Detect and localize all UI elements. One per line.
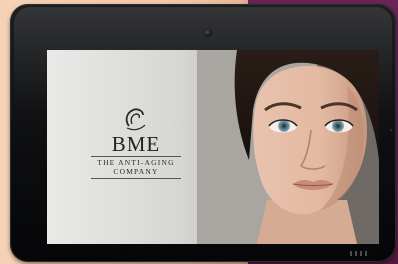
tablet-screen: BME THE ANTI-AGING COMPANY — [47, 50, 379, 244]
brand-name: BME — [111, 132, 161, 156]
brand-logo: BME THE ANTI-AGING COMPANY — [89, 106, 183, 180]
woman-face-photo — [197, 50, 379, 244]
logo-divider — [91, 156, 181, 157]
brand-tagline-line2: COMPANY — [113, 167, 159, 176]
front-camera-icon — [204, 29, 212, 37]
speaker-slot — [360, 251, 362, 256]
brand-tagline-line1: THE ANTI-AGING — [97, 158, 175, 167]
tablet-device: BME THE ANTI-AGING COMPANY — [10, 4, 396, 262]
speaker-slot — [365, 251, 367, 256]
logo-divider-bottom — [91, 178, 181, 179]
face-profile-icon — [125, 108, 146, 131]
speaker-slot — [355, 251, 357, 256]
side-sensor — [390, 129, 392, 131]
speaker-slot — [350, 251, 352, 256]
speaker-grille — [350, 251, 367, 256]
